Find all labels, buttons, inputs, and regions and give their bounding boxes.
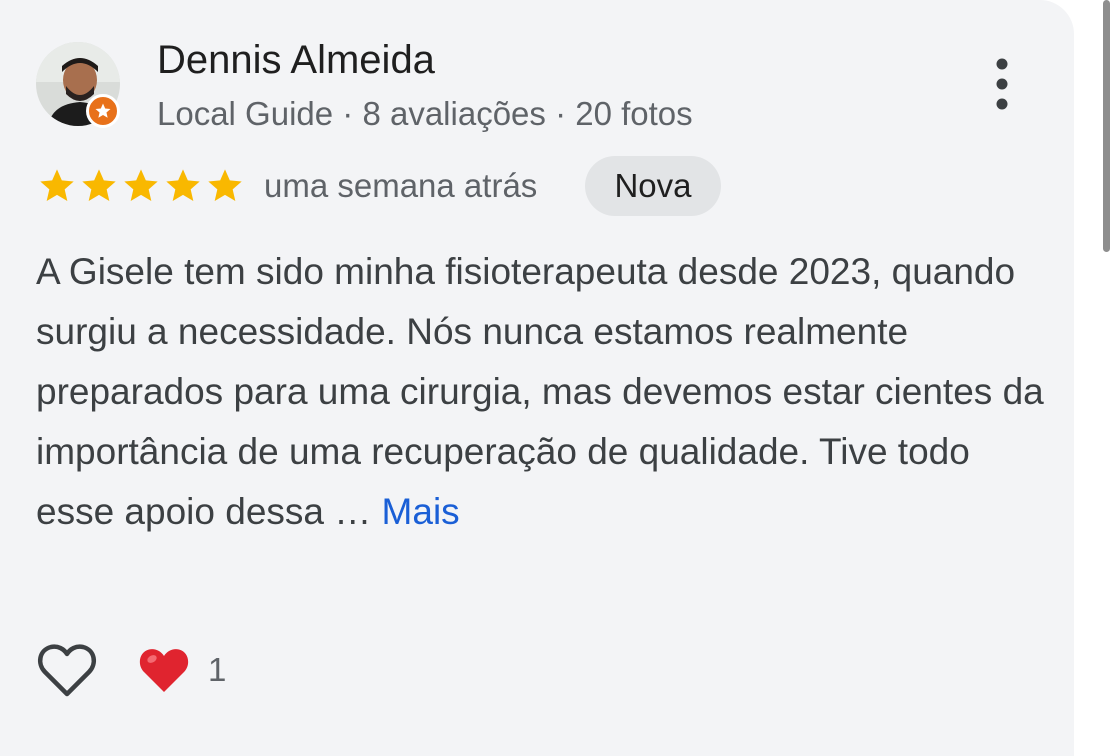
star-icon bbox=[166, 169, 200, 201]
reaction-count: 1 bbox=[208, 651, 227, 688]
more-link[interactable]: Mais bbox=[382, 491, 460, 532]
reviewer-meta: Local Guide · 8 avaliações · 20 fotos bbox=[157, 95, 693, 132]
heart-outline-icon[interactable] bbox=[36, 640, 98, 700]
reviewer-name[interactable]: Dennis Almeida bbox=[157, 36, 435, 84]
star-icon bbox=[208, 169, 242, 201]
reaction-summary[interactable]: 1 bbox=[138, 645, 226, 695]
red-heart-icon bbox=[138, 645, 190, 695]
star-icon bbox=[40, 169, 74, 201]
review-actions: 1 bbox=[36, 640, 226, 700]
local-guide-star-icon bbox=[86, 94, 120, 128]
star-icon bbox=[124, 169, 158, 201]
review-text-block: A Gisele tem sido minha fisioterapeuta d… bbox=[36, 242, 1046, 542]
star-rating bbox=[36, 166, 246, 206]
new-badge: Nova bbox=[585, 156, 721, 216]
scrollbar[interactable] bbox=[1103, 0, 1110, 252]
review-card: Dennis Almeida Local Guide · 8 avaliaçõe… bbox=[0, 0, 1074, 756]
review-text: A Gisele tem sido minha fisioterapeuta d… bbox=[36, 251, 1044, 532]
more-vert-icon[interactable] bbox=[986, 56, 1018, 112]
star-icon bbox=[82, 169, 116, 201]
review-date: uma semana atrás bbox=[264, 167, 538, 204]
